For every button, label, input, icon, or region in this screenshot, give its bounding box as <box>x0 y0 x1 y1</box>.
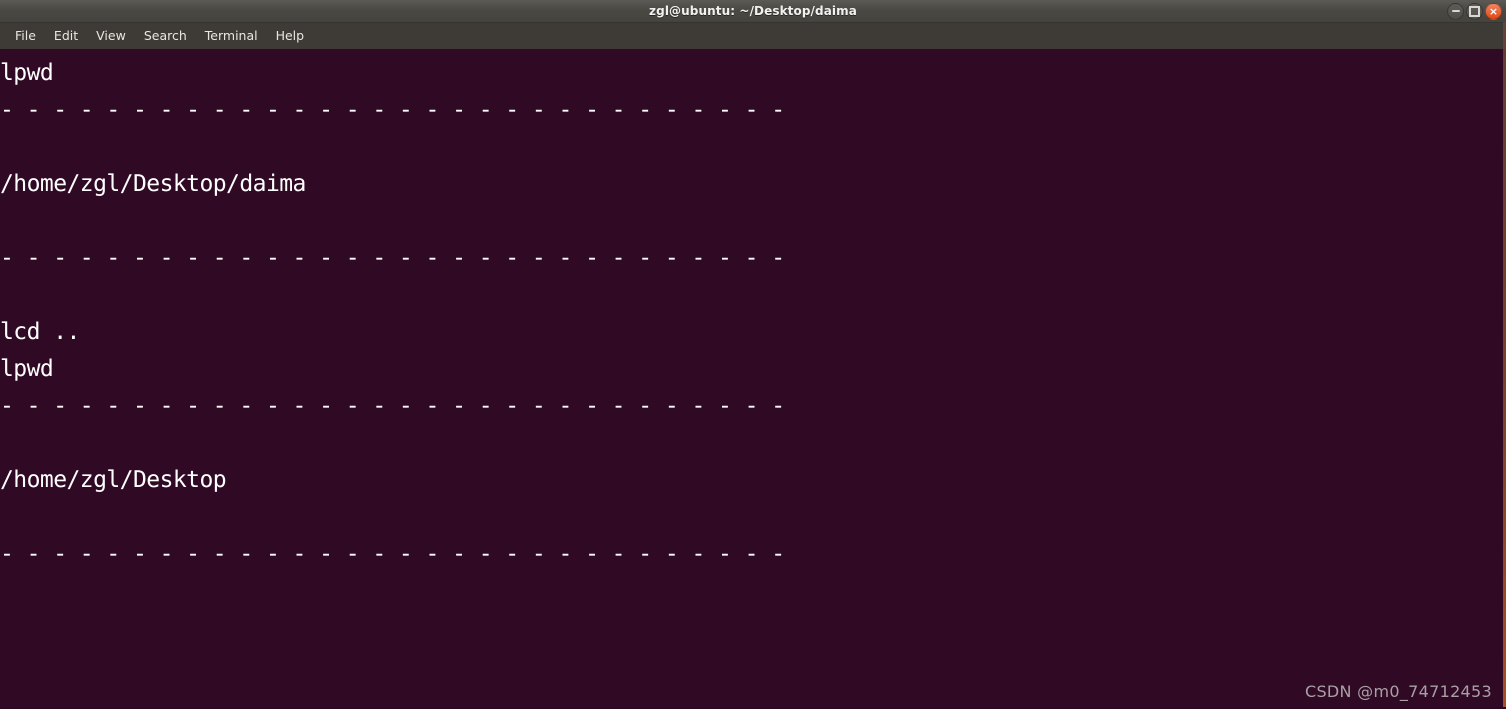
menu-item-search[interactable]: Search <box>135 26 196 46</box>
close-button[interactable]: × <box>1485 2 1502 20</box>
close-icon: × <box>1488 4 1499 18</box>
terminal-output-area[interactable]: lpwd - - - - - - - - - - - - - - - - - -… <box>0 49 1506 709</box>
maximize-button[interactable] <box>1466 2 1483 20</box>
terminal-window: zgl@ubuntu: ~/Desktop/daima × File Edit … <box>0 0 1506 709</box>
menu-item-edit[interactable]: Edit <box>45 26 87 46</box>
terminal-line: lcd .. <box>0 319 80 345</box>
terminal-line: - - - - - - - - - - - - - - - - - - - - … <box>0 393 785 419</box>
terminal-line: lpwd <box>0 60 54 86</box>
terminal-line: - - - - - - - - - - - - - - - - - - - - … <box>0 97 785 123</box>
menu-item-terminal[interactable]: Terminal <box>196 26 267 46</box>
menu-item-help[interactable]: Help <box>267 26 314 46</box>
minimize-button[interactable] <box>1447 2 1464 20</box>
menu-item-view[interactable]: View <box>87 26 135 46</box>
terminal-line: /home/zgl/Desktop/daima <box>0 171 306 197</box>
menu-item-file[interactable]: File <box>6 26 45 46</box>
terminal-line: - - - - - - - - - - - - - - - - - - - - … <box>0 245 785 271</box>
terminal-text-buffer: lpwd - - - - - - - - - - - - - - - - - -… <box>0 49 1506 709</box>
terminal-line: - - - - - - - - - - - - - - - - - - - - … <box>0 541 785 567</box>
terminal-line: /home/zgl/Desktop <box>0 467 227 493</box>
menu-bar: File Edit View Search Terminal Help <box>0 23 1506 49</box>
title-bar[interactable]: zgl@ubuntu: ~/Desktop/daima × <box>0 0 1506 23</box>
maximize-icon <box>1469 5 1480 17</box>
window-title: zgl@ubuntu: ~/Desktop/daima <box>649 4 857 18</box>
minimize-icon <box>1451 10 1460 12</box>
terminal-line: lpwd <box>0 356 54 382</box>
window-controls: × <box>1447 0 1502 22</box>
